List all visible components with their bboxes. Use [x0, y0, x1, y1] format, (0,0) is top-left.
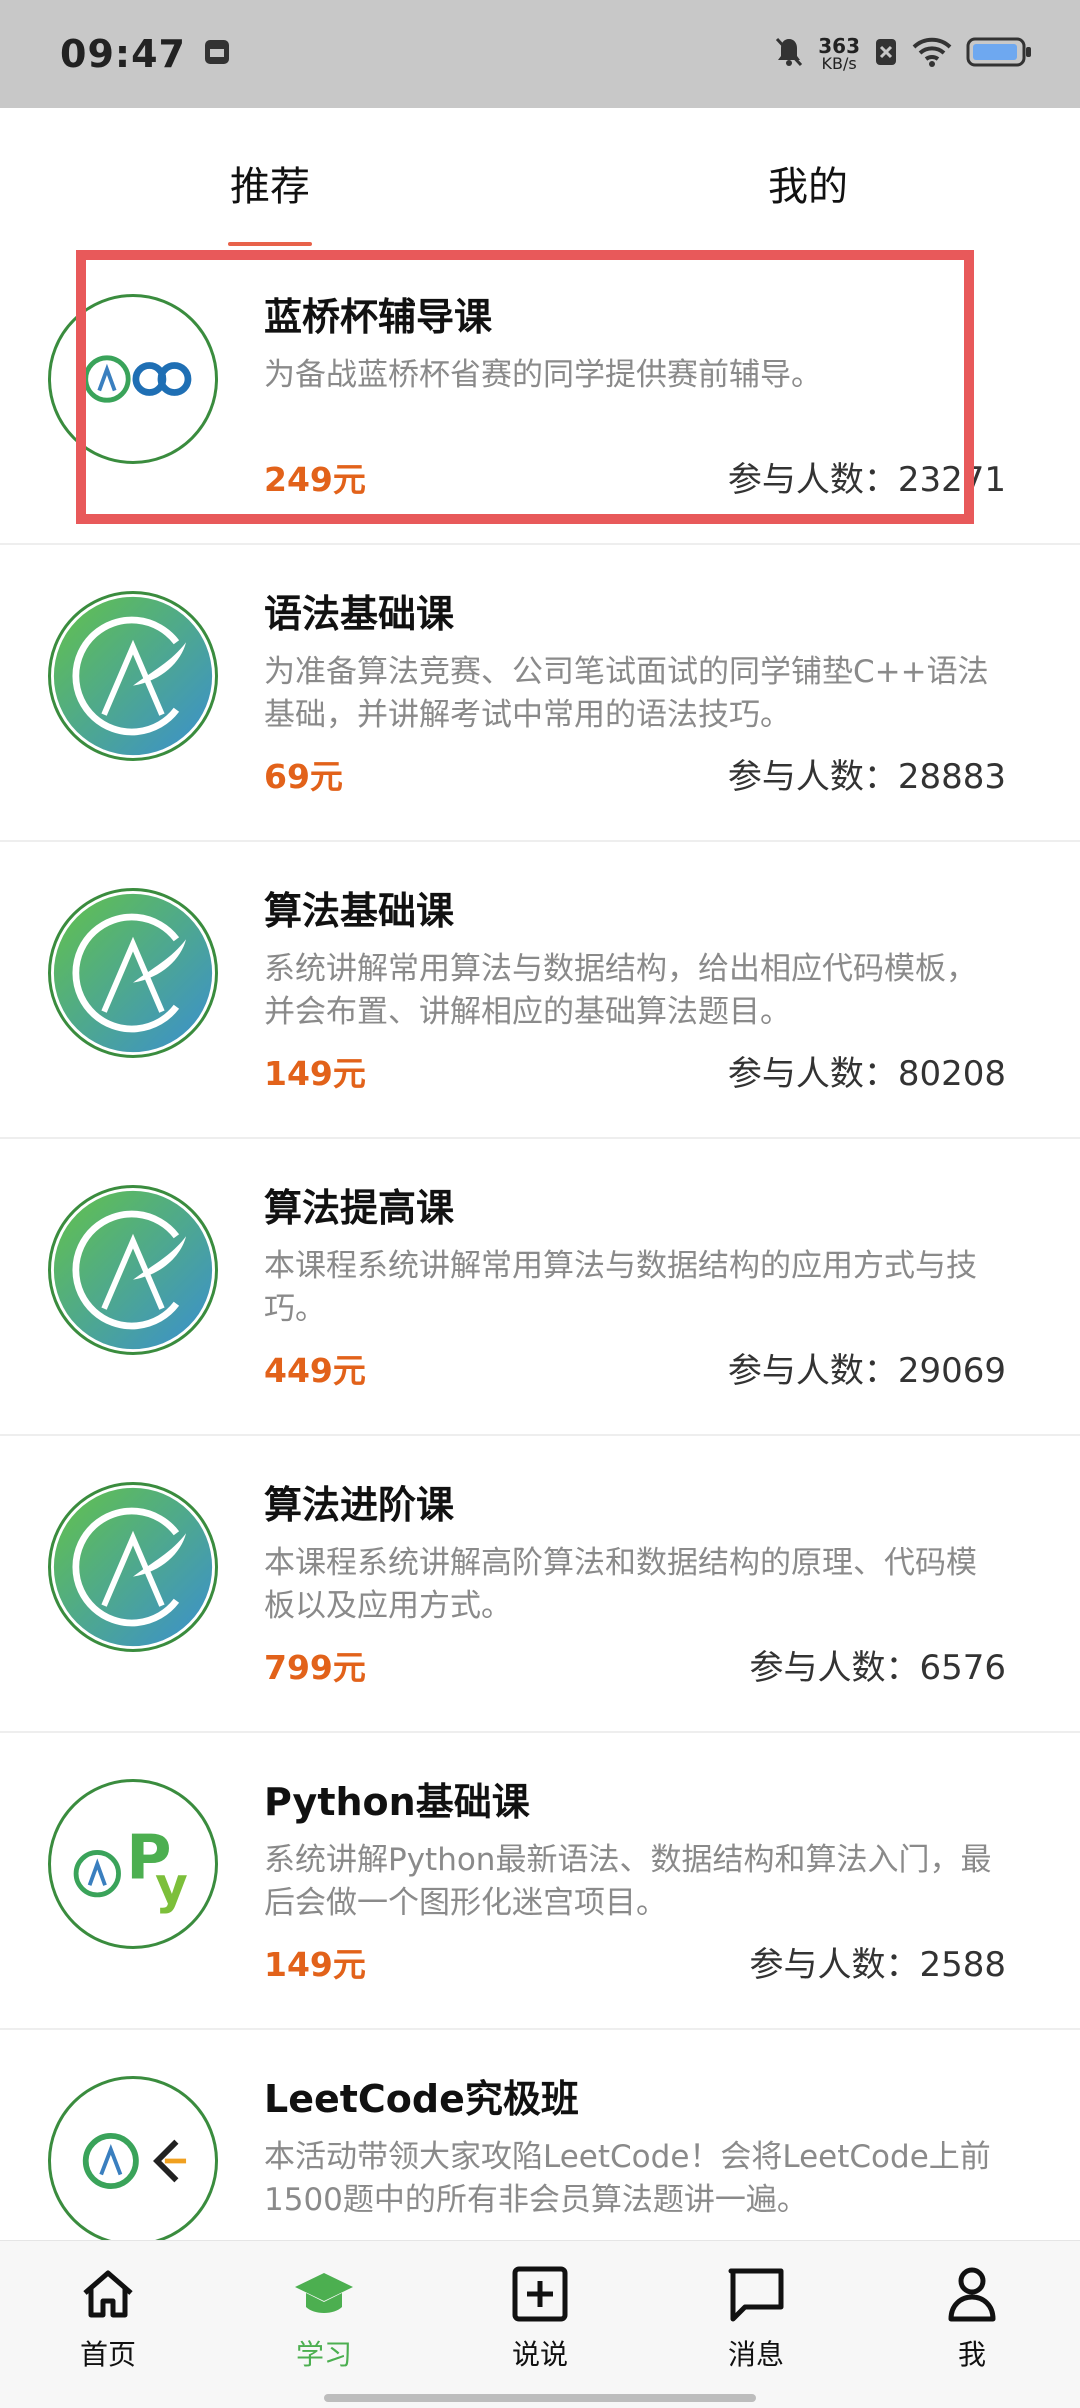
bottom-nav: 首页 学习 说说 消息 我: [0, 2240, 1080, 2408]
course-desc: 本课程系统讲解高阶算法和数据结构的原理、代码模板以及应用方式。: [264, 1545, 977, 1624]
sim-x-icon: [874, 37, 898, 71]
course-title: 语法基础课: [264, 592, 455, 636]
nav-me[interactable]: 我: [912, 2265, 1032, 2373]
status-time: 09:47: [60, 32, 186, 76]
course-card[interactable]: 算法提高课 本课程系统讲解常用算法与数据结构的应用方式与技巧。 449元 参与人…: [0, 1139, 1080, 1436]
graduation-cap-icon: [293, 2265, 355, 2327]
active-tab-indicator: [228, 242, 312, 246]
course-price: 799元: [264, 1648, 366, 1687]
nav-home[interactable]: 首页: [48, 2265, 168, 2373]
course-desc: 本课程系统讲解常用算法与数据结构的应用方式与技巧。: [264, 1248, 977, 1327]
course-desc: 系统讲解常用算法与数据结构，给出相应代码模板，并会布置、讲解相应的基础算法题目。: [264, 951, 977, 1030]
nav-label: 学习: [295, 2338, 352, 2371]
battery-icon: [966, 36, 1032, 72]
course-title: 算法提高课: [264, 1186, 455, 1230]
course-list: 蓝桥杯辅导课 为备战蓝桥杯省赛的同学提供赛前辅导。 249元 参与人数：2327…: [0, 248, 1080, 2327]
home-icon: [77, 2265, 139, 2327]
course-desc: 为准备算法竞赛、公司笔试面试的同学铺垫C++语法基础，并讲解考试中常用的语法技巧…: [264, 654, 989, 733]
participant-count: 参与人数：29069: [727, 1351, 1006, 1391]
acwing-lanqiao-logo: [48, 294, 218, 464]
course-card[interactable]: 算法基础课 系统讲解常用算法与数据结构，给出相应代码模板，并会布置、讲解相应的基…: [0, 842, 1080, 1139]
tab-mine[interactable]: 我的: [768, 154, 848, 212]
course-card[interactable]: 蓝桥杯辅导课 为备战蓝桥杯省赛的同学提供赛前辅导。 249元 参与人数：2327…: [0, 248, 1080, 545]
course-desc: 本活动带领大家攻陷LeetCode！会将LeetCode上前1500题中的所有非…: [264, 2139, 991, 2218]
course-title: Python基础课: [264, 1780, 530, 1824]
net-speed-unit: KB/s: [821, 54, 857, 73]
notification-icon: [202, 37, 232, 71]
course-card[interactable]: 语法基础课 为准备算法竞赛、公司笔试面试的同学铺垫C++语法基础，并讲解考试中常…: [0, 545, 1080, 842]
mute-icon: [774, 36, 804, 72]
wifi-icon: [912, 37, 952, 71]
course-title: LeetCode究极班: [264, 2077, 579, 2121]
svg-text:y: y: [155, 1856, 188, 1915]
course-price: 69元: [264, 757, 343, 796]
acwing-logo: [48, 1185, 218, 1355]
top-tabs: 推荐 我的: [0, 108, 1080, 248]
course-price: 249元: [264, 460, 366, 499]
nav-study[interactable]: 学习: [264, 2265, 384, 2373]
participant-count: 参与人数：23271: [727, 460, 1006, 500]
net-speed-value: 363: [818, 34, 860, 58]
person-icon: [941, 2265, 1003, 2327]
course-desc: 为备战蓝桥杯省赛的同学提供赛前辅导。: [264, 357, 822, 393]
course-price: 449元: [264, 1351, 366, 1390]
course-title: 蓝桥杯辅导课: [264, 295, 493, 339]
nav-label: 我: [957, 2338, 986, 2371]
status-bar: 09:47 363 KB/s: [0, 0, 1080, 108]
acwing-logo: [48, 591, 218, 761]
course-price: 149元: [264, 1945, 366, 1984]
acwing-python-logo: P y: [48, 1779, 218, 1949]
acwing-logo: [48, 888, 218, 1058]
nav-label: 说说: [511, 2338, 568, 2371]
tab-recommended[interactable]: 推荐: [230, 154, 310, 212]
acwing-logo: [48, 1482, 218, 1652]
message-icon: [725, 2265, 787, 2327]
nav-post[interactable]: 说说: [480, 2265, 600, 2373]
add-square-icon: [509, 2265, 571, 2327]
participant-count: 参与人数：80208: [727, 1054, 1006, 1094]
participant-count: 参与人数：28883: [727, 757, 1006, 797]
course-desc: 系统讲解Python最新语法、数据结构和算法入门，最后会做一个图形化迷宫项目。: [264, 1842, 992, 1921]
course-card[interactable]: P y Python基础课 系统讲解Python最新语法、数据结构和算法入门，最…: [0, 1733, 1080, 2030]
course-card[interactable]: 算法进阶课 本课程系统讲解高阶算法和数据结构的原理、代码模板以及应用方式。 79…: [0, 1436, 1080, 1733]
acwing-leetcode-logo: [48, 2076, 218, 2246]
course-price: 149元: [264, 1054, 366, 1093]
participant-count: 参与人数：2588: [749, 1945, 1006, 1985]
nav-label: 消息: [727, 2338, 784, 2371]
nav-label: 首页: [79, 2338, 136, 2371]
course-title: 算法基础课: [264, 889, 455, 933]
nav-messages[interactable]: 消息: [696, 2265, 816, 2373]
participant-count: 参与人数：6576: [749, 1648, 1006, 1688]
home-indicator: [324, 2394, 756, 2402]
net-speed: 363 KB/s: [818, 36, 860, 72]
course-title: 算法进阶课: [264, 1483, 455, 1527]
